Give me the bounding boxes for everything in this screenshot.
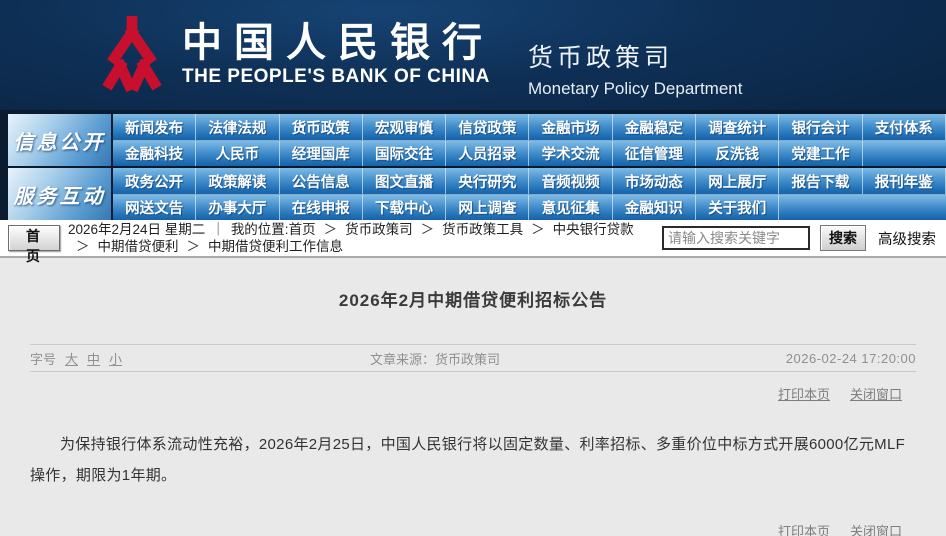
breadcrumb-dept[interactable]: 货币政策司 bbox=[345, 222, 413, 237]
nav-item-shichangdongtai[interactable]: 市场动态 bbox=[613, 168, 696, 194]
nav-item-jinrongshichang[interactable]: 金融市场 bbox=[529, 114, 612, 140]
breadcrumb-separator: ＞ bbox=[187, 239, 201, 254]
print-close-row-top: 打印本页 关闭窗口 bbox=[30, 372, 916, 403]
breadcrumb-separator: ＞ bbox=[76, 239, 90, 254]
search-input[interactable] bbox=[662, 226, 810, 250]
nav-section-label-service: 服务互动 bbox=[8, 168, 113, 220]
print-page-link[interactable]: 打印本页 bbox=[778, 521, 830, 536]
nav-item-yanghangyanjiu[interactable]: 央行研究 bbox=[446, 168, 529, 194]
site-header: 中国人民银行 THE PEOPLE'S BANK OF CHINA 货币政策司 … bbox=[0, 0, 946, 110]
print-page-link[interactable]: 打印本页 bbox=[778, 384, 830, 403]
home-button[interactable]: 首 页 bbox=[8, 225, 60, 251]
nav-item-wangshangzhanting[interactable]: 网上展厅 bbox=[696, 168, 779, 194]
article-meta-row: 字号 大 中 小 文章来源： 货币政策司 2026-02-24 17:20:00 bbox=[30, 344, 916, 372]
nav-item-xindaizhengce[interactable]: 信贷政策 bbox=[446, 114, 529, 140]
print-close-row-bottom: 打印本页 关闭窗口 bbox=[30, 491, 916, 536]
nav-item-diaochatongji[interactable]: 调查统计 bbox=[696, 114, 779, 140]
breadcrumb-home[interactable]: 首页 bbox=[289, 222, 316, 237]
search-area: 搜索 高级搜索 bbox=[662, 225, 940, 251]
breadcrumb-separator: ＞ bbox=[531, 222, 545, 237]
nav-item-wangsongwengao[interactable]: 网送文告 bbox=[113, 195, 196, 220]
article-area: 2026年2月中期借贷便利招标公告 字号 大 中 小 文章来源： 货币政策司 2… bbox=[0, 258, 946, 536]
department-name-en: Monetary Policy Department bbox=[528, 79, 742, 99]
nav-item-wangshangdiaocha[interactable]: 网上调查 bbox=[446, 195, 529, 220]
breadcrumb-mlf-info[interactable]: 中期借贷便利工作信息 bbox=[208, 239, 343, 254]
nav-item-renyuanzhaolu[interactable]: 人员招录 bbox=[446, 141, 529, 166]
department-name-cn: 货币政策司 bbox=[528, 38, 742, 74]
nav-item-xiazaizhongxin[interactable]: 下载中心 bbox=[363, 195, 446, 220]
nav-item-renminbi[interactable]: 人民币 bbox=[196, 141, 279, 166]
nav-section-info: 信息公开 新闻发布 法律法规 货币政策 宏观审慎 信贷政策 金融市场 金融稳定 … bbox=[8, 114, 946, 166]
nav-item-jinrongwending[interactable]: 金融稳定 bbox=[613, 114, 696, 140]
font-size-small[interactable]: 小 bbox=[109, 349, 122, 368]
nav-item-hongguanshenshen[interactable]: 宏观审慎 bbox=[363, 114, 446, 140]
page-title: 2026年2月中期借贷便利招标公告 bbox=[30, 258, 916, 311]
breadcrumb: 2026年2月24日 星期二 ｜ 我的位置:首页 ＞ 货币政策司 ＞ 货币政策工具 ＞ 中央银行… bbox=[68, 221, 656, 255]
breadcrumb-tools[interactable]: 货币政策工具 bbox=[442, 222, 523, 237]
font-size-large[interactable]: 大 bbox=[65, 349, 78, 368]
nav-item-zhifutixi[interactable]: 支付体系 bbox=[863, 114, 946, 140]
source-label: 文章来源： bbox=[370, 349, 435, 368]
advanced-search-link[interactable]: 高级搜索 bbox=[878, 228, 936, 249]
nav-item-guanyuwomen[interactable]: 关于我们 bbox=[696, 195, 779, 220]
nav-item-zhengcejiedu[interactable]: 政策解读 bbox=[196, 168, 279, 194]
nav-item-zhengxinguanli[interactable]: 征信管理 bbox=[613, 141, 696, 166]
nav-item-jingliguoku[interactable]: 经理国库 bbox=[280, 141, 363, 166]
breadcrumb-bar: 首 页 2026年2月24日 星期二 ｜ 我的位置:首页 ＞ 货币政策司 ＞ 货币政策工具 ＞… bbox=[0, 220, 946, 258]
close-window-link[interactable]: 关闭窗口 bbox=[850, 521, 902, 536]
breadcrumb-loans[interactable]: 中央银行贷款 bbox=[553, 222, 634, 237]
nav-item-zaixianshenbao[interactable]: 在线申报 bbox=[280, 195, 363, 220]
nav-section-service: 服务互动 政务公开 政策解读 公告信息 图文直播 央行研究 音频视频 市场动态 … bbox=[8, 168, 946, 220]
nav-item-yinpinshipin[interactable]: 音频视频 bbox=[529, 168, 612, 194]
nav-item-zhengwugongkai[interactable]: 政务公开 bbox=[113, 168, 196, 194]
nav-item-yijianzhengji[interactable]: 意见征集 bbox=[529, 195, 612, 220]
nav-item-banshidating[interactable]: 办事大厅 bbox=[196, 195, 279, 220]
nav-item-yinhangkuaiji[interactable]: 银行会计 bbox=[779, 114, 862, 140]
search-button[interactable]: 搜索 bbox=[820, 225, 866, 251]
nav-item-falvfagui[interactable]: 法律法规 bbox=[196, 114, 279, 140]
nav-item-xinwenfabu[interactable]: 新闻发布 bbox=[113, 114, 196, 140]
nav-item-jinrongkeji[interactable]: 金融科技 bbox=[113, 141, 196, 166]
font-size-label: 字号 bbox=[30, 349, 56, 368]
breadcrumb-separator: ＞ bbox=[324, 222, 338, 237]
article-source: 货币政策司 bbox=[435, 349, 500, 368]
main-nav: 信息公开 新闻发布 法律法规 货币政策 宏观审慎 信贷政策 金融市场 金融稳定 … bbox=[0, 110, 946, 220]
pboc-logo-icon bbox=[100, 16, 164, 94]
nav-item-baogaoxiazai[interactable]: 报告下载 bbox=[779, 168, 862, 194]
nav-item-baokannianjian[interactable]: 报刊年鉴 bbox=[863, 168, 946, 194]
nav-item-jinrongzhishi[interactable]: 金融知识 bbox=[613, 195, 696, 220]
font-size-medium[interactable]: 中 bbox=[87, 349, 100, 368]
breadcrumb-mlf[interactable]: 中期借贷便利 bbox=[98, 239, 179, 254]
nav-item-xueshujiaoliu[interactable]: 学术交流 bbox=[529, 141, 612, 166]
nav-item-huobizhengce[interactable]: 货币政策 bbox=[280, 114, 363, 140]
nav-item-fanxiqian[interactable]: 反洗钱 bbox=[696, 141, 779, 166]
close-window-link[interactable]: 关闭窗口 bbox=[850, 384, 902, 403]
article-body: 为保持银行体系流动性充裕，2026年2月25日，中国人民银行将以固定数量、利率招… bbox=[30, 429, 916, 491]
article-datetime: 2026-02-24 17:20:00 bbox=[786, 351, 916, 366]
nav-item-dangjiangongzuo[interactable]: 党建工作 bbox=[779, 141, 862, 166]
breadcrumb-pipe: ｜ bbox=[211, 222, 225, 237]
nav-item-gonggaoxinxi[interactable]: 公告信息 bbox=[280, 168, 363, 194]
bank-name-en: THE PEOPLE'S BANK OF CHINA bbox=[182, 66, 494, 88]
location-prefix: 我的位置: bbox=[231, 222, 289, 237]
nav-item-guojijiaowang[interactable]: 国际交往 bbox=[363, 141, 446, 166]
nav-section-label-info: 信息公开 bbox=[8, 114, 113, 166]
nav-item-tuwenzhibo[interactable]: 图文直播 bbox=[363, 168, 446, 194]
bank-name-cn: 中国人民银行 bbox=[182, 22, 494, 64]
breadcrumb-separator: ＞ bbox=[421, 222, 435, 237]
current-date: 2026年2月24日 星期二 bbox=[68, 222, 205, 237]
